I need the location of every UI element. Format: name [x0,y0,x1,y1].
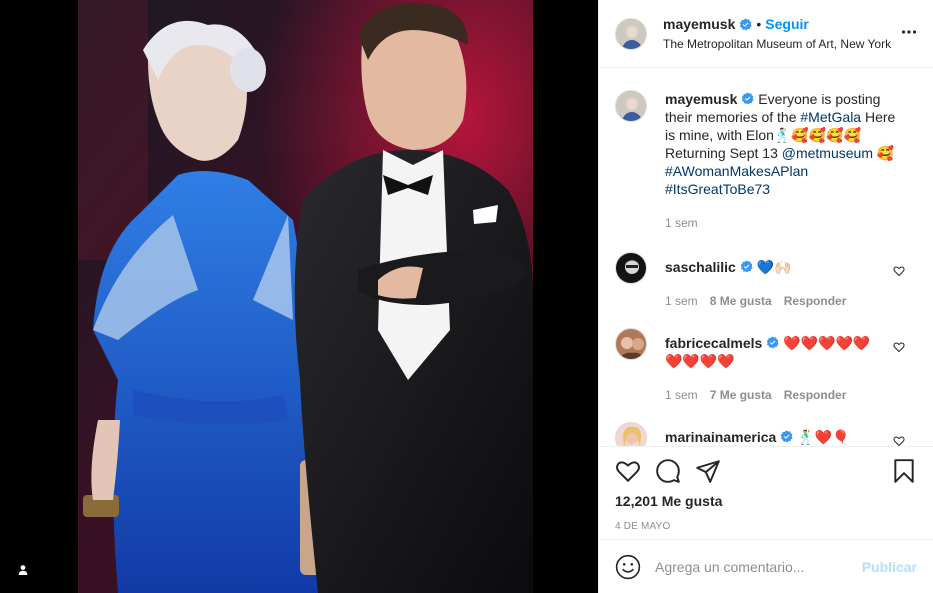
comment-item: fabricecalmels ❤️❤️❤️❤️❤️❤️❤️❤️❤️ 1 sem … [615,328,917,404]
separator-dot: • [756,16,762,32]
comment-item: marinainamerica 🕺❤️🎈 [615,422,917,446]
hashtag-itsgreattobe73[interactable]: #ItsGreatToBe73 [665,181,770,197]
verified-badge-icon [766,336,779,349]
hashtag-awomanmakesaplan[interactable]: #AWomanMakesAPlan [665,163,808,179]
comment-icon[interactable] [655,458,681,484]
caption-time[interactable]: 1 sem [665,214,698,232]
photo-pane [0,0,598,593]
comment-time[interactable]: 1 sem [665,292,698,310]
verified-badge-icon [740,260,753,273]
more-horizontal-icon[interactable] [901,24,917,40]
avatar[interactable] [615,17,647,50]
verified-badge-icon [740,17,753,30]
emoji-icon[interactable] [615,554,641,580]
verified-badge-icon [742,92,755,105]
publish-button[interactable]: Publicar [862,559,917,575]
add-comment-bar: Publicar [599,539,933,593]
caption-username[interactable]: mayemusk [665,91,737,107]
mention-metmuseum[interactable]: @metmuseum [782,145,873,161]
comments-list[interactable]: mayemusk Everyone is posting their memor… [599,68,933,446]
comment-likes[interactable]: 7 Me gusta [710,386,772,404]
comment-username[interactable]: marinainamerica [665,429,776,445]
follow-button[interactable]: Seguir [765,17,809,31]
post-header: mayemusk • Seguir The Metropolitan Museu… [599,0,933,68]
comment-avatar[interactable] [615,328,647,360]
comment-avatar[interactable] [615,252,647,284]
caption-text: mayemusk Everyone is posting their memor… [665,90,905,198]
post-actions: 12,201 Me gusta 4 DE MAYO [599,446,933,532]
comment-avatar[interactable] [615,422,647,446]
share-icon[interactable] [695,458,721,484]
post-sidebar: mayemusk • Seguir The Metropolitan Museu… [598,0,933,593]
comment-username[interactable]: fabricecalmels [665,335,762,351]
caption-avatar[interactable] [615,90,647,122]
comment-heart-icon[interactable] [893,265,905,277]
caption-text-4: 🥰 [876,145,895,161]
comment-time[interactable]: 1 sem [665,386,698,404]
header-username[interactable]: mayemusk [663,17,735,31]
comment-heart-icon[interactable] [893,435,905,446]
verified-badge-icon [780,430,793,443]
reply-button[interactable]: Responder [784,292,847,310]
reply-button[interactable]: Responder [784,386,847,404]
comment-username[interactable]: saschalilic [665,259,736,275]
location-link[interactable]: The Metropolitan Museum of Art, New York [663,38,891,50]
comment-heart-icon[interactable] [893,341,905,353]
likes-count[interactable]: 12,201 Me gusta [615,493,917,509]
comment-input[interactable] [655,558,862,575]
post-date[interactable]: 4 DE MAYO [615,521,917,532]
comment-text: 🕺❤️🎈 [797,429,850,445]
caption-text-3: Returning Sept 13 [665,145,778,161]
heart-icon[interactable] [615,458,641,484]
user-tag-icon[interactable] [12,559,34,581]
bookmark-icon[interactable] [891,458,917,484]
comment-likes[interactable]: 8 Me gusta [710,292,772,310]
comment-text: 💙🙌🏻 [756,259,792,275]
post-caption: mayemusk Everyone is posting their memor… [615,84,917,232]
post-photo[interactable] [78,0,533,593]
comment-item: saschalilic 💙🙌🏻 1 sem 8 Me gusta Respond… [615,252,917,310]
hashtag-metgala[interactable]: #MetGala [800,109,861,125]
